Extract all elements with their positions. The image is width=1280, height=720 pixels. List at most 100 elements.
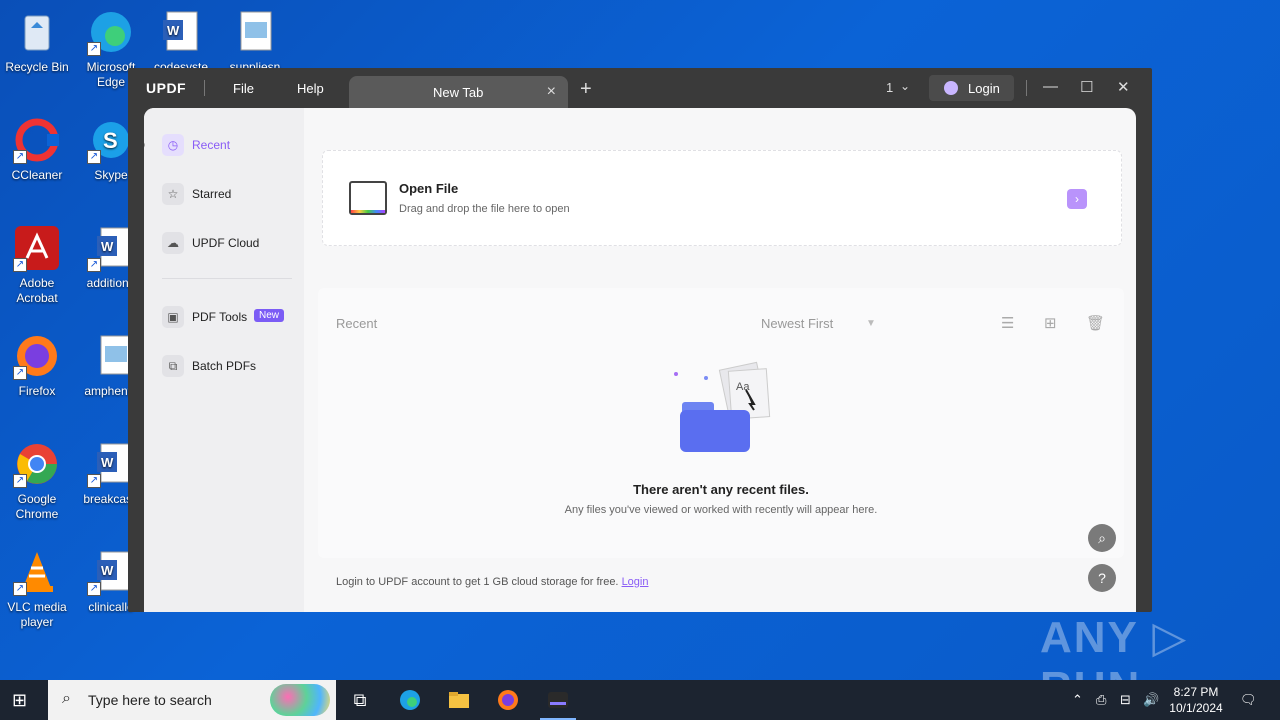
taskbar: ⊞ ⌕ Type here to search ⧉ ⌃ ⎙ ⊟ 🔊 8:27 P…	[0, 680, 1280, 720]
taskbar-clock[interactable]: 8:27 PM 10/1/2024	[1166, 684, 1226, 716]
svg-text:W: W	[101, 563, 114, 578]
date: 10/1/2024	[1169, 701, 1223, 715]
minimize-button[interactable]: —	[1043, 78, 1058, 95]
updf-window: UPDF File Help New Tab × + 1 ⌄ Login — ☐…	[128, 68, 1152, 612]
edge-icon: ↗	[87, 8, 135, 56]
divider	[1026, 80, 1027, 96]
title-bar: UPDF File Help New Tab × + 1 ⌄ Login — ☐…	[128, 68, 1152, 108]
sidebar-item-label: Starred	[192, 187, 232, 201]
caret-down-icon[interactable]: ▼	[866, 318, 876, 329]
firefox-taskbar-icon[interactable]	[496, 688, 520, 712]
login-label: Login	[968, 81, 1000, 96]
firefox-icon: ↗	[13, 332, 61, 380]
updf-logo: UPDF	[146, 80, 187, 96]
open-file-card[interactable]: Open File Drag and drop the file here to…	[322, 150, 1122, 246]
open-file-title: Open File	[399, 181, 459, 196]
search-placeholder: Type here to search	[88, 692, 212, 708]
task-view-icon[interactable]: ⧉	[348, 688, 372, 712]
desktop-icon-label: Adobe Acrobat	[16, 276, 58, 305]
cloud-storage-note: Login to UPDF account to get 1 GB cloud …	[336, 576, 648, 588]
svg-text:W: W	[167, 23, 180, 38]
svg-text:W: W	[101, 455, 114, 470]
add-tab-button[interactable]: +	[580, 78, 592, 101]
network-icon[interactable]: ⊟	[1120, 692, 1131, 708]
folder-icon	[349, 181, 387, 215]
recent-files-panel: Recent Newest First ▼ ☰ ⊞ 🗑 Aa There are…	[318, 288, 1124, 558]
maximize-button[interactable]: ☐	[1080, 78, 1093, 96]
avatar-icon	[944, 81, 958, 95]
grid-view-icon[interactable]: ⊞	[1044, 314, 1057, 332]
meet-now-icon[interactable]: ⎙	[1096, 692, 1106, 708]
trash-icon[interactable]: 🗑	[1086, 314, 1105, 332]
desktop-icon-label: Google Chrome	[15, 492, 59, 521]
search-highlight-icon	[270, 684, 330, 716]
desktop-icon-label: Recycle Bin	[5, 60, 69, 74]
volume-icon[interactable]: 🔊	[1143, 692, 1159, 708]
search-icon: ⌕	[62, 690, 71, 707]
desktop-icon-recycle-bin[interactable]: Recycle Bin	[2, 8, 72, 75]
login-button[interactable]: Login	[929, 75, 1014, 101]
word-doc-icon: W	[157, 8, 205, 56]
desktop-icon-codesyste[interactable]: W codesyste	[146, 8, 216, 75]
sidebar-divider	[162, 278, 292, 279]
image-file-icon	[231, 8, 279, 56]
chevron-up-icon[interactable]: ⌃	[1072, 692, 1083, 708]
chevron-down-icon[interactable]: ⌄	[900, 79, 910, 93]
sort-dropdown[interactable]: Newest First	[761, 316, 833, 331]
taskbar-search[interactable]: ⌕ Type here to search	[48, 680, 336, 720]
main-content: ◷ Recent ☆ Starred ☁ UPDF Cloud ▣ PDF To…	[144, 108, 1136, 612]
empty-state-subtitle: Any files you've viewed or worked with r…	[564, 504, 878, 516]
desktop-icon-ccleaner[interactable]: ↗ CCleaner	[2, 116, 72, 183]
desktop-icon-acrobat[interactable]: ↗ Adobe Acrobat	[2, 224, 72, 306]
footer-text: Login to UPDF account to get 1 GB cloud …	[336, 576, 619, 588]
sidebar-item-batch-pdfs[interactable]: ⧉ Batch PDFs	[162, 355, 292, 377]
tab-new-tab[interactable]: New Tab ×	[349, 76, 568, 108]
new-badge: New	[254, 309, 285, 322]
login-link[interactable]: Login	[622, 576, 649, 588]
close-window-button[interactable]: ✕	[1117, 78, 1130, 96]
time: 8:27 PM	[1173, 685, 1219, 699]
sidebar-item-label: Recent	[192, 138, 231, 152]
sidebar-item-recent[interactable]: ◷ Recent	[162, 134, 292, 156]
cloud-icon: ☁	[162, 232, 184, 254]
sidebar-item-updf-cloud[interactable]: ☁ UPDF Cloud	[162, 232, 292, 254]
updf-taskbar-icon[interactable]	[546, 688, 570, 712]
svg-text:S: S	[103, 128, 118, 153]
chrome-icon: ↗	[13, 440, 61, 488]
chevron-right-icon[interactable]: ›	[1067, 189, 1087, 209]
sidebar-indicator	[144, 142, 145, 148]
desktop-icon-label: CCleaner	[11, 168, 63, 182]
desktop-icon-chrome[interactable]: ↗ Google Chrome	[2, 440, 72, 522]
file-explorer-icon[interactable]	[447, 688, 471, 712]
desktop-icon-suppliesn[interactable]: suppliesn	[220, 8, 290, 75]
help-icon[interactable]: ?	[1088, 564, 1116, 592]
svg-text:Aa: Aa	[736, 381, 750, 393]
windows-start-icon[interactable]: ⊞	[12, 690, 27, 711]
open-file-subtitle: Drag and drop the file here to open	[399, 203, 570, 215]
sidebar-item-label: Batch PDFs	[192, 359, 257, 373]
desktop-icon-vlc[interactable]: ↗ VLC media player	[2, 548, 72, 630]
vlc-icon: ↗	[13, 548, 61, 596]
tab-count[interactable]: 1	[886, 80, 893, 95]
ccleaner-icon: ↗	[13, 116, 61, 164]
desktop-icon-firefox[interactable]: ↗ Firefox	[2, 332, 72, 399]
sidebar-item-label: PDF Tools	[192, 310, 248, 324]
clock-icon: ◷	[162, 134, 184, 156]
sidebar-item-pdf-tools[interactable]: ▣ PDF Tools New	[162, 306, 292, 328]
list-view-icon[interactable]: ☰	[1001, 314, 1014, 332]
sidebar: ◷ Recent ☆ Starred ☁ UPDF Cloud ▣ PDF To…	[144, 108, 304, 612]
menu-file[interactable]: File	[233, 81, 254, 96]
tab-title: New Tab	[433, 85, 484, 100]
toolbox-icon: ▣	[162, 306, 184, 328]
recent-heading: Recent	[336, 316, 378, 331]
desktop-icon-label: VLC media player	[7, 600, 67, 629]
empty-state-title: There aren't any recent files.	[633, 482, 809, 497]
notification-icon[interactable]: 🗨	[1240, 692, 1257, 708]
desktop-icon-label: Firefox	[18, 384, 56, 398]
menu-help[interactable]: Help	[297, 81, 324, 96]
close-icon[interactable]: ×	[547, 83, 556, 101]
sidebar-item-starred[interactable]: ☆ Starred	[162, 183, 292, 205]
edge-taskbar-icon[interactable]	[398, 688, 422, 712]
search-icon[interactable]: ⌕	[1088, 524, 1116, 552]
recycle-bin-icon	[13, 8, 61, 56]
